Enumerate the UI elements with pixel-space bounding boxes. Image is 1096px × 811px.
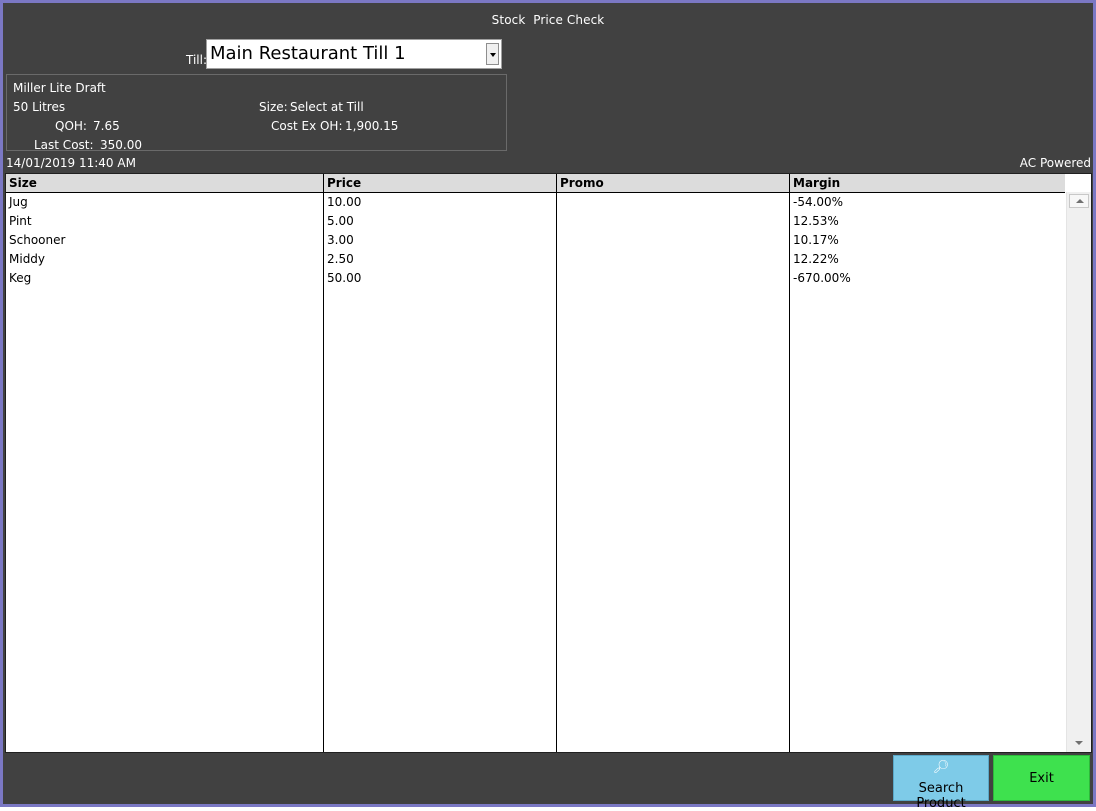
status-datetime: 14/01/2019 11:40 AM bbox=[6, 156, 136, 170]
size-label: Size: bbox=[259, 100, 288, 114]
qoh-label: QOH: bbox=[55, 119, 87, 133]
exit-button[interactable]: Exit bbox=[993, 755, 1090, 801]
table-row[interactable]: Middy 2.50 12.22% bbox=[6, 250, 1065, 269]
price-grid[interactable]: Size Price Promo Margin Jug 10.00 -54.00… bbox=[5, 173, 1092, 753]
cell-size: Keg bbox=[9, 271, 32, 285]
scroll-up-icon[interactable] bbox=[1069, 194, 1089, 208]
till-selected-value: Main Restaurant Till 1 bbox=[210, 43, 406, 64]
cell-margin: 12.22% bbox=[793, 252, 839, 266]
cell-promo bbox=[557, 212, 560, 231]
last-cost-value: 350.00 bbox=[100, 138, 142, 152]
column-header-price[interactable]: Price bbox=[324, 174, 557, 192]
cell-margin: 10.17% bbox=[793, 233, 839, 247]
cell-price: 3.00 bbox=[327, 233, 354, 247]
cell-size: Jug bbox=[9, 195, 28, 209]
table-row[interactable]: Pint 5.00 12.53% bbox=[6, 212, 1065, 231]
dropdown-arrow-icon[interactable] bbox=[486, 43, 499, 65]
price-check-window: Stock Price Check Till: Main Restaurant … bbox=[0, 0, 1096, 811]
grid-header: Size Price Promo Margin bbox=[6, 174, 1065, 193]
search-product-button[interactable]: 🔎︎ Search Product bbox=[893, 755, 989, 811]
cell-promo bbox=[557, 250, 560, 269]
search-icon: 🔎︎ bbox=[932, 760, 950, 775]
cell-price: 50.00 bbox=[327, 271, 362, 285]
window-title: Stock Price Check bbox=[491, 13, 605, 27]
qoh-value: 7.65 bbox=[93, 119, 120, 133]
cell-promo bbox=[557, 193, 560, 212]
power-status: AC Powered bbox=[1019, 156, 1091, 170]
cost-ex-oh-value: 1,900.15 bbox=[345, 119, 399, 133]
cell-margin: -54.00% bbox=[793, 195, 844, 209]
table-row[interactable]: Keg 50.00 -670.00% bbox=[6, 269, 1065, 288]
till-label: Till: bbox=[186, 53, 208, 67]
cost-ex-oh-label: Cost Ex OH: bbox=[271, 119, 343, 133]
cell-margin: -670.00% bbox=[793, 271, 851, 285]
scroll-down-icon[interactable] bbox=[1069, 736, 1089, 750]
vertical-scrollbar[interactable] bbox=[1066, 192, 1091, 752]
cell-promo bbox=[557, 231, 560, 250]
cell-size: Middy bbox=[9, 252, 46, 266]
column-header-size[interactable]: Size bbox=[6, 174, 324, 192]
cell-price: 10.00 bbox=[327, 195, 362, 209]
till-select[interactable]: Main Restaurant Till 1 bbox=[206, 39, 502, 69]
cell-size: Schooner bbox=[9, 233, 66, 247]
cell-size: Pint bbox=[9, 214, 32, 228]
column-header-margin[interactable]: Margin bbox=[790, 174, 1065, 192]
cell-price: 2.50 bbox=[327, 252, 354, 266]
table-row[interactable]: Schooner 3.00 10.17% bbox=[6, 231, 1065, 250]
table-row[interactable]: Jug 10.00 -54.00% bbox=[6, 193, 1065, 212]
size-value: Select at Till bbox=[290, 100, 364, 114]
cell-promo bbox=[557, 269, 560, 288]
product-name: Miller Lite Draft bbox=[13, 81, 106, 95]
column-header-promo[interactable]: Promo bbox=[557, 174, 790, 192]
cell-margin: 12.53% bbox=[793, 214, 839, 228]
product-info-panel: Miller Lite Draft 50 Litres QOH: 7.65 La… bbox=[6, 74, 507, 152]
product-unit: 50 Litres bbox=[13, 100, 66, 114]
cell-price: 5.00 bbox=[327, 214, 354, 228]
last-cost-label: Last Cost: bbox=[34, 138, 94, 152]
